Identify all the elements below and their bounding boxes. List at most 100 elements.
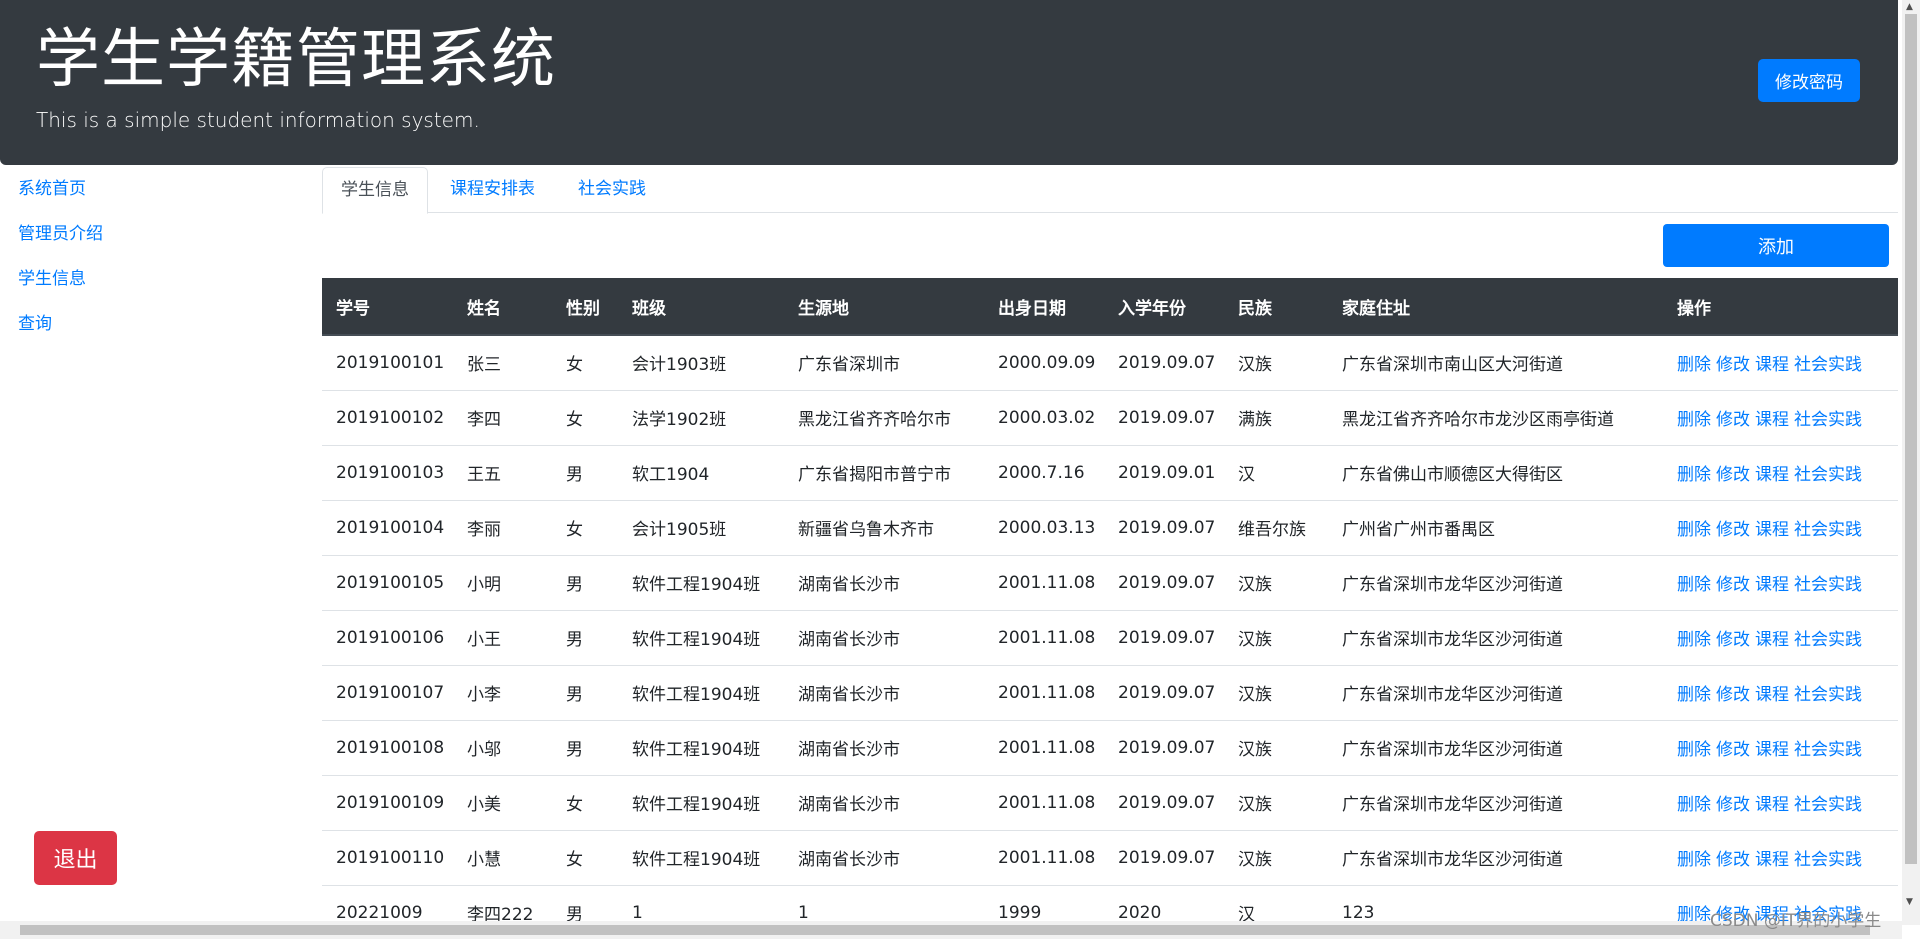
social-practice-link[interactable]: 社会实践 — [1794, 410, 1862, 430]
table-cell: 汉族 — [1224, 554, 1328, 610]
edit-link[interactable]: 修改 — [1716, 355, 1750, 375]
edit-link[interactable]: 修改 — [1716, 850, 1750, 870]
delete-link[interactable]: 删除 — [1677, 520, 1711, 540]
table-cell: 男 — [552, 609, 618, 665]
table-row: 2019100105 小明男软件工程1904班 湖南省长沙市 2001.11.08 20… — [322, 554, 1898, 610]
table-cell: 软工1904 — [618, 444, 784, 500]
social-practice-link[interactable]: 社会实践 — [1794, 465, 1862, 485]
course-link[interactable]: 课程 — [1755, 410, 1789, 430]
change-password-button[interactable]: 修改密码 — [1758, 59, 1860, 102]
add-button[interactable]: 添加 — [1663, 224, 1889, 267]
table-cell: 2020 — [1104, 884, 1224, 925]
table-cell: 王五 — [453, 444, 552, 500]
table-cell: 黑龙江省齐齐哈尔市龙沙区雨亭街道 — [1328, 389, 1663, 445]
tab-course-schedule[interactable]: 课程安排表 — [432, 167, 553, 214]
table-row: 20221009 李四222 男 1 1 1999 2020 汉 123 删除 修改 课程 社会实践 — [322, 884, 1898, 925]
delete-link[interactable]: 删除 — [1677, 795, 1711, 815]
course-link[interactable]: 课程 — [1755, 355, 1789, 375]
table-cell: 2019100104 — [322, 499, 453, 555]
table-cell: 2001.11.08 — [984, 609, 1104, 665]
edit-link[interactable]: 修改 — [1716, 465, 1750, 485]
table-cell: 广东省深圳市龙华区沙河街道 — [1328, 719, 1663, 775]
table-cell: 2001.11.08 — [984, 719, 1104, 775]
table-header-row: 学号 姓名 性别 班级 生源地 出身日期 入学年份 民族 家庭住址 操作 — [322, 278, 1898, 336]
vertical-scroll-thumb[interactable] — [1905, 14, 1917, 864]
column-header: 班级 — [618, 278, 784, 336]
table-cell: 2019100108 — [322, 719, 453, 775]
horizontal-scrollbar[interactable] — [0, 921, 1902, 939]
table-cell: 2000.09.09 — [984, 334, 1104, 390]
logout-button[interactable]: 退出 — [34, 831, 117, 885]
edit-link[interactable]: 修改 — [1716, 520, 1750, 540]
delete-link[interactable]: 删除 — [1677, 685, 1711, 705]
sidebar-item-student-info[interactable]: 学生信息 — [18, 267, 86, 291]
course-link[interactable]: 课程 — [1755, 630, 1789, 650]
social-practice-link[interactable]: 社会实践 — [1794, 685, 1862, 705]
table-cell: 广东省深圳市龙华区沙河街道 — [1328, 609, 1663, 665]
delete-link[interactable]: 删除 — [1677, 850, 1711, 870]
social-practice-link[interactable]: 社会实践 — [1794, 850, 1862, 870]
tab-student-info[interactable]: 学生信息 — [322, 167, 428, 214]
main-content: 学生信息 课程安排表 社会实践 添加 学号 姓名 性别 班级 生源地 出身日期 … — [322, 165, 1898, 925]
course-link[interactable]: 课程 — [1755, 575, 1789, 595]
table-cell: 2019100102 — [322, 389, 453, 445]
scroll-up-icon[interactable]: ▲ — [1906, 2, 1913, 12]
table-cell: 软件工程1904班 — [618, 609, 784, 665]
sidebar: 系统首页 管理员介绍 学生信息 查询 — [0, 165, 322, 925]
tab-social-practice[interactable]: 社会实践 — [560, 167, 664, 214]
table-row: 2019100108 小邬男软件工程1904班 湖南省长沙市 2001.11.08 20… — [322, 719, 1898, 775]
table-row: 2019100109 小美女软件工程1904班 湖南省长沙市 2001.11.08 20… — [322, 774, 1898, 830]
column-header: 家庭住址 — [1328, 278, 1663, 336]
social-practice-link[interactable]: 社会实践 — [1794, 795, 1862, 815]
table-cell: 小王 — [453, 609, 552, 665]
table-cell: 女 — [552, 334, 618, 390]
table-cell: 2019.09.07 — [1104, 774, 1224, 830]
scroll-down-icon[interactable]: ▼ — [1906, 897, 1913, 907]
edit-link[interactable]: 修改 — [1716, 410, 1750, 430]
table-cell: 会计1905班 — [618, 499, 784, 555]
delete-link[interactable]: 删除 — [1677, 410, 1711, 430]
table-row: 2019100107 小李男软件工程1904班 湖南省长沙市 2001.11.08 20… — [322, 664, 1898, 720]
course-link[interactable]: 课程 — [1755, 465, 1789, 485]
delete-link[interactable]: 删除 — [1677, 465, 1711, 485]
social-practice-link[interactable]: 社会实践 — [1794, 740, 1862, 760]
edit-link[interactable]: 修改 — [1716, 630, 1750, 650]
horizontal-scroll-thumb[interactable] — [20, 925, 1870, 935]
table-cell: 汉 — [1224, 884, 1328, 925]
course-link[interactable]: 课程 — [1755, 520, 1789, 540]
course-link[interactable]: 课程 — [1755, 795, 1789, 815]
table-cell: 软件工程1904班 — [618, 664, 784, 720]
table-cell: 满族 — [1224, 389, 1328, 445]
sidebar-item-query[interactable]: 查询 — [18, 312, 52, 336]
course-link[interactable]: 课程 — [1755, 850, 1789, 870]
table-cell: 广东省深圳市 — [784, 334, 984, 390]
table-cell: 2000.7.16 — [984, 444, 1104, 500]
social-practice-link[interactable]: 社会实践 — [1794, 575, 1862, 595]
app-header: 学生学籍管理系统 This is a simple student inform… — [0, 0, 1898, 165]
sidebar-item-home[interactable]: 系统首页 — [18, 177, 86, 201]
row-actions: 删除 修改 课程 社会实践 — [1663, 664, 1898, 720]
social-practice-link[interactable]: 社会实践 — [1794, 355, 1862, 375]
column-header: 姓名 — [453, 278, 552, 336]
column-header: 民族 — [1224, 278, 1328, 336]
edit-link[interactable]: 修改 — [1716, 795, 1750, 815]
edit-link[interactable]: 修改 — [1716, 685, 1750, 705]
column-header: 出身日期 — [984, 278, 1104, 336]
edit-link[interactable]: 修改 — [1716, 740, 1750, 760]
table-cell: 男 — [552, 719, 618, 775]
delete-link[interactable]: 删除 — [1677, 630, 1711, 650]
delete-link[interactable]: 删除 — [1677, 575, 1711, 595]
vertical-scrollbar[interactable]: ▲ ▼ — [1902, 0, 1920, 925]
course-link[interactable]: 课程 — [1755, 740, 1789, 760]
social-practice-link[interactable]: 社会实践 — [1794, 630, 1862, 650]
edit-link[interactable]: 修改 — [1716, 575, 1750, 595]
course-link[interactable]: 课程 — [1755, 685, 1789, 705]
delete-link[interactable]: 删除 — [1677, 355, 1711, 375]
column-header: 入学年份 — [1104, 278, 1224, 336]
table-cell: 汉 — [1224, 444, 1328, 500]
social-practice-link[interactable]: 社会实践 — [1794, 520, 1862, 540]
sidebar-item-admin-intro[interactable]: 管理员介绍 — [18, 222, 103, 246]
delete-link[interactable]: 删除 — [1677, 740, 1711, 760]
table-cell: 软件工程1904班 — [618, 774, 784, 830]
row-actions: 删除 修改 课程 社会实践 — [1663, 774, 1898, 830]
